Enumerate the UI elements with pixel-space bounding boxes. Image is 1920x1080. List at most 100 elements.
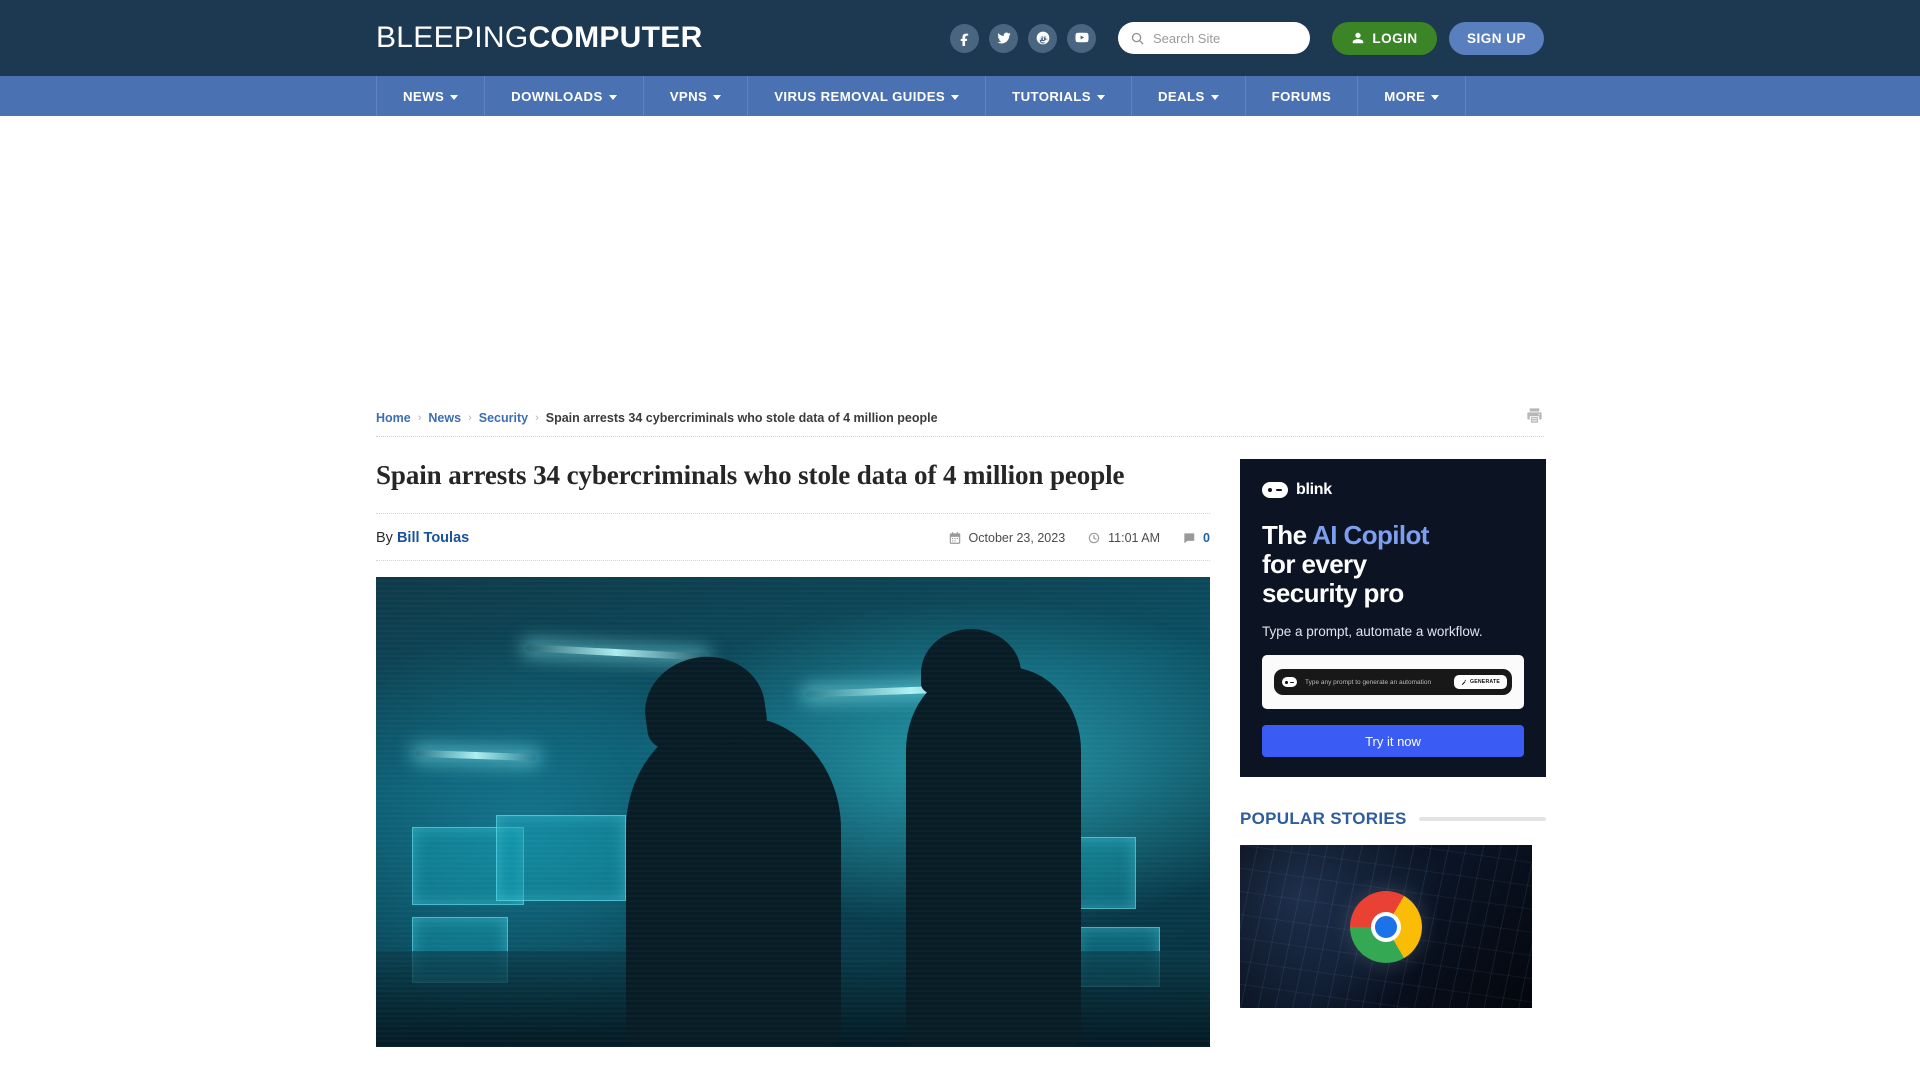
ad-prompt-panel: Type any prompt to generate an automatio…: [1262, 655, 1524, 710]
nav-item-downloads[interactable]: DOWNLOADS: [485, 76, 644, 116]
comment-count-group[interactable]: 0: [1182, 531, 1210, 545]
blink-mouth: [1276, 488, 1282, 492]
nav-item-vpns[interactable]: VPNS: [644, 76, 749, 116]
blink-logo: blink: [1262, 481, 1524, 499]
page-content: Home › News › Security › Spain arrests 3…: [376, 399, 1546, 1047]
main-navigation: NEWS DOWNLOADS VPNS VIRUS REMOVAL GUIDES…: [0, 76, 1920, 116]
ad-headline-part3: security pro: [1262, 578, 1404, 609]
ad-generate-label: GENERATE: [1469, 679, 1500, 686]
ad-cta-button[interactable]: Try it now: [1262, 725, 1524, 757]
clock-icon: [1088, 532, 1100, 543]
chevron-down-icon: [1431, 94, 1440, 100]
comment-count: 0: [1203, 530, 1210, 545]
user-icon: [1353, 32, 1364, 44]
youtube-icon[interactable]: [1067, 23, 1096, 53]
breadcrumb-separator-icon: ›: [535, 411, 539, 424]
search-box[interactable]: [1118, 22, 1310, 54]
nav-label: VPNS: [669, 88, 708, 104]
byline-author: By Bill Toulas: [376, 530, 469, 546]
nav-inner: NEWS DOWNLOADS VPNS VIRUS REMOVAL GUIDES…: [376, 76, 1544, 116]
chrome-logo-center: [1371, 911, 1401, 942]
chevron-down-icon: [608, 94, 617, 100]
article-hero-image: [376, 576, 1210, 1047]
login-button[interactable]: LOGIN: [1332, 21, 1437, 55]
nav-item-news[interactable]: NEWS: [376, 76, 486, 116]
login-label: LOGIN: [1372, 30, 1418, 46]
blink-robot-icon: [1262, 482, 1288, 498]
ad-headline-part2: for every: [1262, 549, 1367, 580]
signup-button[interactable]: SIGN UP: [1449, 21, 1544, 55]
nav-item-virus-removal-guides[interactable]: VIRUS REMOVAL GUIDES: [748, 76, 987, 116]
facebook-icon[interactable]: [950, 23, 979, 53]
breadcrumb-home[interactable]: Home: [376, 411, 411, 425]
breadcrumb-row: Home › News › Security › Spain arrests 3…: [376, 399, 1544, 437]
byline-meta: October 23, 2023 11:01 AM 0: [948, 531, 1210, 545]
ad-headline: The AI Copilot for every security pro: [1262, 520, 1524, 609]
chevron-down-icon: [713, 94, 722, 100]
by-label: By: [376, 529, 393, 546]
blink-robot-icon-small: [1282, 677, 1297, 688]
site-logo[interactable]: BLEEPINGCOMPUTER: [376, 21, 703, 55]
printer-icon[interactable]: [1525, 406, 1544, 430]
mastodon-icon[interactable]: [1028, 23, 1057, 53]
ad-headline-accent: AI Copilot: [1312, 520, 1429, 550]
publish-time-text: 11:01 AM: [1108, 530, 1161, 545]
comment-icon: [1184, 533, 1195, 543]
article-byline: By Bill Toulas October 23, 2023 11:01 AM…: [376, 514, 1210, 561]
chrome-logo-icon: [1350, 890, 1422, 963]
popular-story-thumbnail[interactable]: [1240, 845, 1532, 1008]
chevron-down-icon: [951, 94, 960, 100]
blink-mouth: [1289, 681, 1294, 684]
blink-eye-left: [1285, 681, 1288, 684]
search-input[interactable]: [1153, 30, 1298, 46]
ad-headline-part1: The: [1262, 520, 1313, 550]
article-column: Spain arrests 34 cybercriminals who stol…: [376, 459, 1210, 1047]
site-header: BLEEPINGCOMPUTER Search Site LOGIN SIGN …: [0, 0, 1920, 76]
breadcrumb-news[interactable]: News: [428, 411, 461, 425]
social-links: [950, 23, 1096, 53]
section-divider: [1418, 817, 1546, 821]
nav-item-forums[interactable]: FORUMS: [1246, 76, 1359, 116]
chevron-down-icon: [450, 94, 459, 100]
twitter-icon[interactable]: [989, 23, 1018, 53]
nav-label: NEWS: [403, 88, 445, 104]
ad-generate-button[interactable]: GENERATE: [1453, 675, 1507, 690]
publish-time: 11:01 AM: [1087, 531, 1160, 545]
nav-item-more[interactable]: MORE: [1358, 76, 1467, 116]
popular-stories-header: POPULAR STORIES: [1240, 809, 1546, 829]
hero-scanline-overlay: [376, 576, 1210, 1047]
nav-label: TUTORIALS: [1012, 88, 1091, 104]
author-link[interactable]: Bill Toulas: [397, 530, 469, 546]
header-inner: BLEEPINGCOMPUTER Search Site LOGIN SIGN …: [376, 0, 1544, 76]
sidebar-advertisement[interactable]: blink The AI Copilot for every security …: [1240, 459, 1546, 777]
logo-text-light: BLEEPING: [376, 21, 529, 54]
search-icon: [1131, 32, 1144, 45]
breadcrumb-current-page: Spain arrests 34 cybercriminals who stol…: [545, 410, 938, 425]
popular-stories-title: POPULAR STORIES: [1240, 809, 1407, 828]
nav-label: VIRUS REMOVAL GUIDES: [774, 88, 946, 104]
publish-date-text: October 23, 2023: [968, 530, 1066, 545]
nav-label: FORUMS: [1271, 88, 1332, 104]
breadcrumb-separator-icon: ›: [468, 411, 472, 424]
blink-eye-left: [1268, 488, 1272, 492]
breadcrumb-separator-icon: ›: [417, 411, 422, 424]
nav-item-deals[interactable]: DEALS: [1132, 76, 1246, 116]
ad-subtitle: Type a prompt, automate a workflow.: [1262, 624, 1483, 640]
nav-label: DEALS: [1157, 88, 1205, 104]
blink-brand-name: blink: [1296, 481, 1332, 498]
chevron-down-icon: [1210, 94, 1219, 100]
nav-label: MORE: [1384, 88, 1426, 104]
header-right-group: LOGIN SIGN UP: [950, 21, 1544, 55]
chevron-down-icon: [1096, 94, 1105, 100]
ad-cta-label: Try it now: [1365, 733, 1421, 749]
breadcrumb-security[interactable]: Security: [479, 411, 528, 425]
magic-wand-icon: [1461, 679, 1467, 686]
nav-item-tutorials[interactable]: TUTORIALS: [986, 76, 1132, 116]
sidebar-column: blink The AI Copilot for every security …: [1240, 459, 1546, 1047]
ad-prompt-bar[interactable]: Type any prompt to generate an automatio…: [1274, 669, 1512, 696]
publish-date: October 23, 2023: [948, 530, 1066, 545]
nav-label: DOWNLOADS: [511, 88, 603, 104]
logo-text-bold: COMPUTER: [528, 21, 703, 54]
signup-label: SIGN UP: [1466, 30, 1526, 46]
top-advertisement-slot: [0, 116, 1920, 399]
